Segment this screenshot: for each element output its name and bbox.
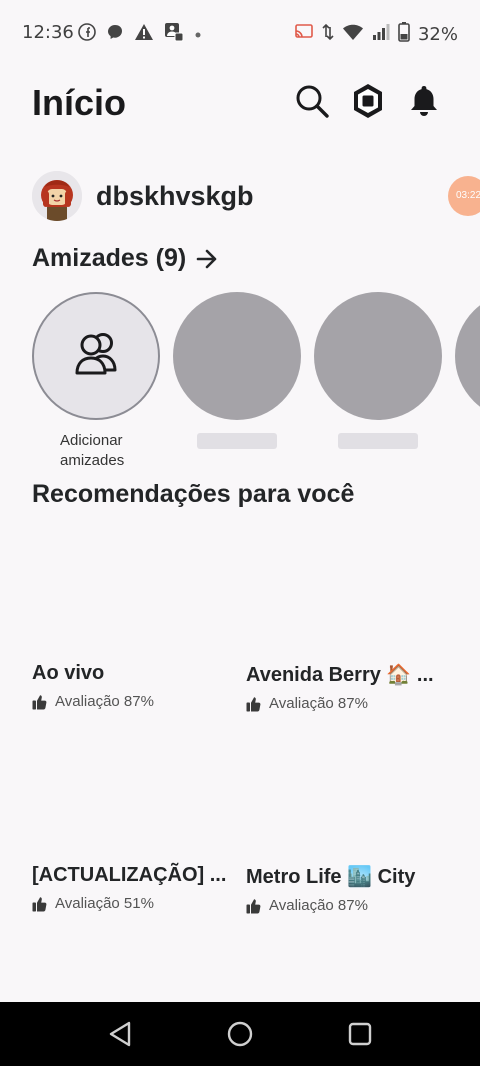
notifications-bell-icon[interactable] xyxy=(406,83,442,119)
warning-icon xyxy=(134,23,154,46)
game-rating: Avaliação 51% xyxy=(32,895,242,912)
top-app-bar: Início xyxy=(0,78,480,128)
add-friends-button[interactable] xyxy=(32,292,160,420)
back-icon[interactable] xyxy=(106,1020,134,1048)
game-card[interactable]: [ACTUALIZAÇÃO] ... Avaliação 51% xyxy=(32,864,242,912)
messenger-icon xyxy=(106,23,124,46)
battery-percentage: 32% xyxy=(417,24,458,45)
thumbs-up-icon xyxy=(246,696,261,712)
game-card[interactable]: Avenida Berry 🏠 ... Avaliação 87% xyxy=(246,662,456,712)
friend-avatar-placeholder[interactable] xyxy=(173,292,301,420)
recommendations-title: Recomendações para você xyxy=(32,480,355,508)
game-rating: Avaliação 87% xyxy=(246,897,456,914)
avatar[interactable] xyxy=(32,171,82,221)
photo-notification-icon xyxy=(164,22,184,47)
more-notifications-dot xyxy=(194,26,202,44)
floating-timer-bubble[interactable]: 03:22 xyxy=(448,176,480,216)
game-title: [ACTUALIZAÇÃO] ... xyxy=(32,864,227,886)
thumbs-up-icon xyxy=(246,898,261,914)
game-rating: Avaliação 87% xyxy=(246,695,456,712)
robux-icon[interactable] xyxy=(350,83,386,119)
add-friends-icon xyxy=(67,330,125,383)
system-icons: 32% xyxy=(294,22,458,47)
game-title: Metro Life 🏙️ City xyxy=(246,866,416,888)
friend-name-placeholder xyxy=(338,433,418,449)
battery-icon xyxy=(398,22,410,47)
cast-icon xyxy=(294,23,314,46)
game-rating-text: Avaliação 51% xyxy=(55,895,154,912)
system-navigation-bar xyxy=(0,1002,480,1066)
arrow-right-icon xyxy=(196,249,218,269)
notification-icons xyxy=(78,22,202,47)
home-icon[interactable] xyxy=(226,1020,254,1048)
game-rating-text: Avaliação 87% xyxy=(269,897,368,914)
game-card[interactable]: Ao vivo Avaliação 87% xyxy=(32,662,242,710)
add-friends-label: Adicionar amizades xyxy=(60,432,125,469)
game-title: Avenida Berry 🏠 ... xyxy=(246,664,434,686)
friends-carousel[interactable]: Adicionar amizades xyxy=(32,292,480,477)
status-bar: 12:36 32% xyxy=(0,0,480,64)
recents-icon[interactable] xyxy=(346,1020,374,1048)
game-rating-text: Avaliação 87% xyxy=(55,693,154,710)
username: dbskhvskgb xyxy=(96,180,254,211)
friend-avatar-placeholder[interactable] xyxy=(455,292,480,420)
wifi-icon xyxy=(342,23,364,46)
game-title: Ao vivo xyxy=(32,662,105,684)
status-time: 12:36 xyxy=(22,22,74,43)
friends-header[interactable]: Amizades (9) xyxy=(32,244,218,273)
thumbs-up-icon xyxy=(32,896,47,912)
game-rating-text: Avaliação 87% xyxy=(269,695,368,712)
friend-name-placeholder xyxy=(197,433,277,449)
facebook-icon xyxy=(78,23,96,46)
page-title: Início xyxy=(32,82,127,123)
data-arrows-icon xyxy=(322,23,334,46)
friends-title: Amizades (9) xyxy=(32,244,187,272)
game-rating: Avaliação 87% xyxy=(32,693,242,710)
friend-avatar-placeholder[interactable] xyxy=(314,292,442,420)
search-icon[interactable] xyxy=(294,83,330,119)
signal-icon xyxy=(372,23,390,46)
profile-row[interactable]: dbskhvskgb xyxy=(32,170,254,222)
game-card[interactable]: Metro Life 🏙️ City Avaliação 87% xyxy=(246,864,456,914)
thumbs-up-icon xyxy=(32,694,47,710)
